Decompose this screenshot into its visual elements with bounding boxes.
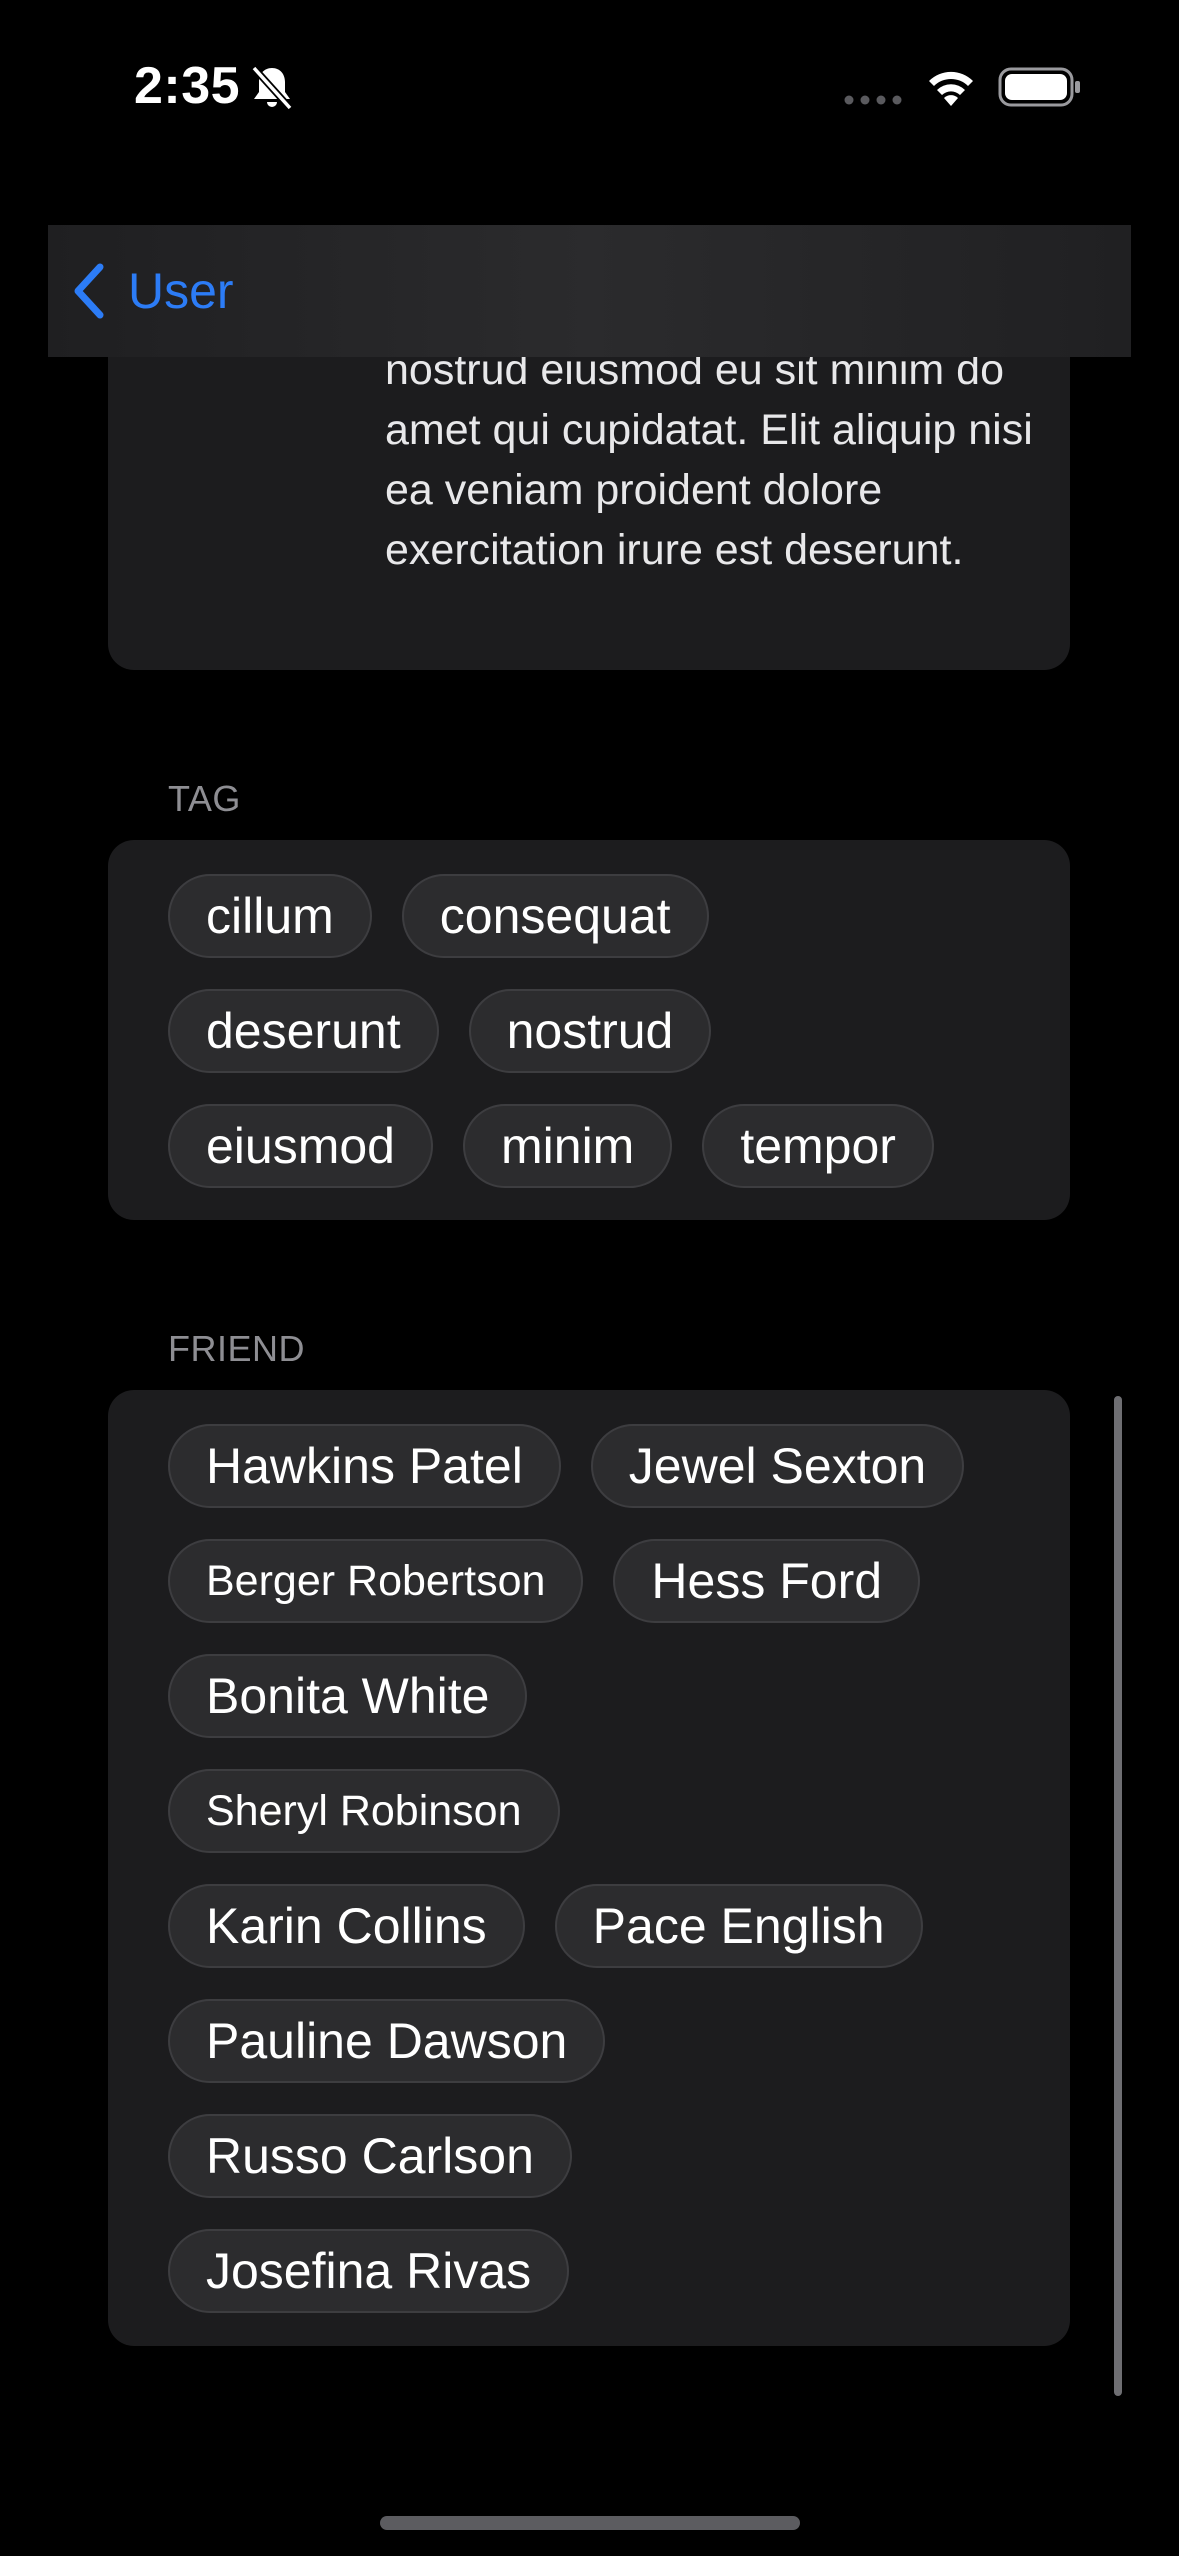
tag-chip[interactable]: minim bbox=[463, 1104, 673, 1188]
friend-row: Karin Collins Pace English bbox=[168, 1884, 923, 1968]
friend-chip[interactable]: Hawkins Patel bbox=[168, 1424, 561, 1508]
friend-section-header: FRIEND bbox=[168, 1328, 305, 1369]
friend-row: Josefina Rivas bbox=[168, 2229, 570, 2313]
friend-chip[interactable]: Hess Ford bbox=[613, 1539, 921, 1623]
tag-chip[interactable]: cillum bbox=[168, 874, 372, 958]
tag-section-header: TAG bbox=[168, 778, 241, 819]
friend-chip[interactable]: Karin Collins bbox=[168, 1884, 525, 1968]
tag-row: eiusmod minim tempor bbox=[168, 1104, 934, 1188]
friend-row: Hawkins Patel Jewel Sexton bbox=[168, 1424, 965, 1508]
friend-row: Sheryl Robinson bbox=[168, 1769, 560, 1853]
friend-chip[interactable]: Josefina Rivas bbox=[168, 2229, 570, 2313]
back-label: User bbox=[128, 263, 234, 319]
about-text: nostrud eiusmod eu sit minim do amet qui… bbox=[385, 346, 1033, 574]
friend-chip[interactable]: Bonita White bbox=[168, 1654, 528, 1738]
friend-row: Russo Carlson bbox=[168, 2114, 572, 2198]
chevron-left-icon bbox=[74, 263, 104, 319]
signal-icon bbox=[844, 95, 902, 105]
friend-chip[interactable]: Russo Carlson bbox=[168, 2114, 572, 2198]
back-button[interactable]: User bbox=[70, 255, 234, 327]
friend-row: Bonita White bbox=[168, 1654, 528, 1738]
navigation-bar: User bbox=[48, 225, 1131, 357]
friend-chip[interactable]: Pace English bbox=[554, 1884, 923, 1968]
status-time: 2:35 bbox=[134, 57, 241, 115]
friend-card bbox=[108, 1390, 1070, 2346]
friend-row: Berger Robertson Hess Ford bbox=[168, 1539, 921, 1623]
battery-icon bbox=[998, 67, 1080, 107]
home-indicator[interactable] bbox=[380, 2516, 800, 2530]
friend-row: Pauline Dawson bbox=[168, 1999, 606, 2083]
tag-row: deserunt nostrud bbox=[168, 989, 712, 1073]
status-bar: 2:35 bbox=[0, 0, 1179, 175]
bell-slash-icon bbox=[251, 65, 293, 111]
friend-chip[interactable]: Pauline Dawson bbox=[168, 1999, 606, 2083]
friend-chip[interactable]: Sheryl Robinson bbox=[168, 1769, 560, 1853]
friend-chip[interactable]: Berger Robertson bbox=[168, 1539, 584, 1623]
tag-chip[interactable]: deserunt bbox=[168, 989, 439, 1073]
tag-chip[interactable]: consequat bbox=[401, 874, 709, 958]
tag-chip[interactable]: tempor bbox=[702, 1104, 934, 1188]
tag-row: cillum consequat bbox=[168, 874, 709, 958]
friend-chip[interactable]: Jewel Sexton bbox=[590, 1424, 965, 1508]
wifi-icon bbox=[929, 71, 973, 106]
tag-chip[interactable]: eiusmod bbox=[168, 1104, 433, 1188]
scrollbar[interactable] bbox=[1114, 1396, 1122, 2396]
tag-chip[interactable]: nostrud bbox=[468, 989, 712, 1073]
